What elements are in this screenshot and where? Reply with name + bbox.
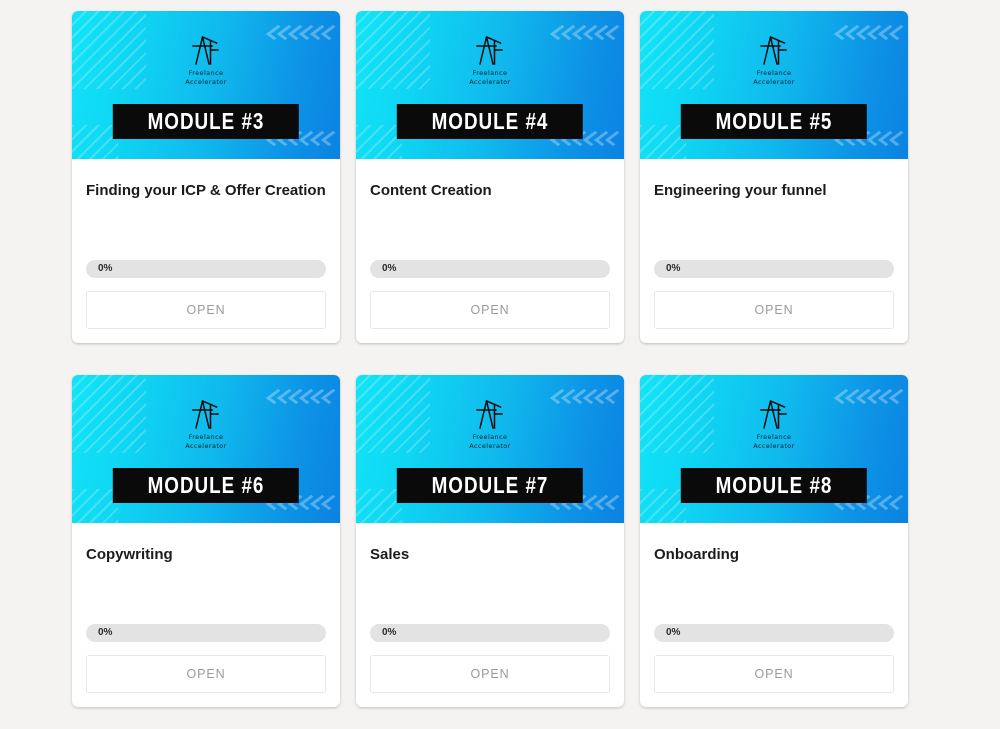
- module-number-label: MODULE #7: [431, 472, 549, 498]
- module-progress-label: 0%: [666, 263, 681, 274]
- diagonal-stripes-decoration-bottom: [356, 125, 402, 159]
- brand-lockup: Freelance Accelerator: [72, 35, 340, 87]
- diagonal-stripes-decoration-bottom: [72, 489, 118, 523]
- brand-name-line-2: Accelerator: [753, 78, 795, 86]
- diagonal-stripes-decoration-bottom: [356, 489, 402, 523]
- module-card-body: Sales 0% OPEN: [356, 523, 624, 707]
- diagonal-stripes-decoration-bottom: [640, 489, 686, 523]
- module-progress-bar: 0%: [654, 260, 894, 278]
- module-card-header: Freelance Accelerator MODULE #6: [72, 375, 340, 523]
- module-card-body: Finding your ICP & Offer Creation 0% OPE…: [72, 159, 340, 343]
- module-number-label: MODULE #6: [147, 472, 265, 498]
- module-title: Engineering your funnel: [654, 182, 827, 199]
- module-number-badge: MODULE #5: [680, 104, 868, 139]
- brand-lockup: Freelance Accelerator: [72, 399, 340, 451]
- module-number-label: MODULE #5: [715, 108, 833, 134]
- module-card-3[interactable]: Freelance Accelerator MODULE #5 Engineer…: [640, 11, 908, 343]
- module-card-6[interactable]: Freelance Accelerator MODULE #8 Onboardi…: [640, 375, 908, 707]
- module-progress-label: 0%: [382, 627, 397, 638]
- module-card-header: Freelance Accelerator MODULE #5: [640, 11, 908, 159]
- module-progress-label: 0%: [666, 627, 681, 638]
- module-number-label: MODULE #3: [147, 108, 265, 134]
- module-card-header: Freelance Accelerator MODULE #7: [356, 375, 624, 523]
- module-progress-bar: 0%: [86, 624, 326, 642]
- module-progress-bar: 0%: [370, 260, 610, 278]
- fa-monogram-icon: [476, 400, 503, 429]
- module-card-4[interactable]: Freelance Accelerator MODULE #6 Copywrit…: [72, 375, 340, 707]
- fa-monogram-icon: [192, 400, 219, 429]
- module-number-badge: MODULE #3: [112, 104, 300, 139]
- module-card-body: Onboarding 0% OPEN: [640, 523, 908, 707]
- module-card-body: Copywriting 0% OPEN: [72, 523, 340, 707]
- module-card-header: Freelance Accelerator MODULE #8: [640, 375, 908, 523]
- module-card-2[interactable]: Freelance Accelerator MODULE #4 Content …: [356, 11, 624, 343]
- brand-name-line-1: Freelance: [756, 433, 792, 441]
- fa-monogram-icon: [760, 36, 787, 65]
- module-progress-bar: 0%: [654, 624, 894, 642]
- open-module-button[interactable]: OPEN: [654, 291, 894, 329]
- brand-lockup: Freelance Accelerator: [356, 399, 624, 451]
- fa-monogram-icon: [476, 36, 503, 65]
- brand-name-line-2: Accelerator: [753, 442, 795, 450]
- module-card-body: Engineering your funnel 0% OPEN: [640, 159, 908, 343]
- brand-name-line-1: Freelance: [188, 69, 224, 77]
- brand-name-line-2: Accelerator: [469, 78, 511, 86]
- module-number-badge: MODULE #7: [396, 468, 584, 503]
- diagonal-stripes-decoration-bottom: [640, 125, 686, 159]
- module-card-grid: Freelance Accelerator MODULE #3 Finding …: [72, 11, 912, 707]
- module-title: Content Creation: [370, 182, 492, 199]
- brand-name-line-1: Freelance: [756, 69, 792, 77]
- module-progress-label: 0%: [98, 627, 113, 638]
- module-number-label: MODULE #4: [431, 108, 549, 134]
- module-title: Sales: [370, 546, 410, 563]
- module-progress-bar: 0%: [86, 260, 326, 278]
- brand-lockup: Freelance Accelerator: [640, 35, 908, 87]
- module-number-label: MODULE #8: [715, 472, 833, 498]
- brand-name-line-2: Accelerator: [185, 78, 227, 86]
- brand-lockup: Freelance Accelerator: [640, 399, 908, 451]
- brand-lockup: Freelance Accelerator: [356, 35, 624, 87]
- brand-name-line-1: Freelance: [472, 69, 508, 77]
- open-module-button[interactable]: OPEN: [654, 655, 894, 693]
- module-card-1[interactable]: Freelance Accelerator MODULE #3 Finding …: [72, 11, 340, 343]
- brand-name-line-1: Freelance: [188, 433, 224, 441]
- open-module-button[interactable]: OPEN: [86, 291, 326, 329]
- module-number-badge: MODULE #6: [112, 468, 300, 503]
- module-progress-label: 0%: [98, 263, 113, 274]
- module-card-5[interactable]: Freelance Accelerator MODULE #7 Sales 0%…: [356, 375, 624, 707]
- fa-monogram-icon: [192, 36, 219, 65]
- fa-monogram-icon: [760, 400, 787, 429]
- module-card-header: Freelance Accelerator MODULE #3: [72, 11, 340, 159]
- open-module-button[interactable]: OPEN: [370, 291, 610, 329]
- module-number-badge: MODULE #8: [680, 468, 868, 503]
- module-card-body: Content Creation 0% OPEN: [356, 159, 624, 343]
- open-module-button[interactable]: OPEN: [370, 655, 610, 693]
- module-progress-label: 0%: [382, 263, 397, 274]
- module-title: Onboarding: [654, 546, 739, 563]
- module-title: Finding your ICP & Offer Creation: [86, 182, 326, 199]
- module-progress-bar: 0%: [370, 624, 610, 642]
- open-module-button[interactable]: OPEN: [86, 655, 326, 693]
- diagonal-stripes-decoration-bottom: [72, 125, 118, 159]
- module-card-header: Freelance Accelerator MODULE #4: [356, 11, 624, 159]
- brand-name-line-2: Accelerator: [185, 442, 227, 450]
- brand-name-line-1: Freelance: [472, 433, 508, 441]
- module-number-badge: MODULE #4: [396, 104, 584, 139]
- module-title: Copywriting: [86, 546, 173, 563]
- brand-name-line-2: Accelerator: [469, 442, 511, 450]
